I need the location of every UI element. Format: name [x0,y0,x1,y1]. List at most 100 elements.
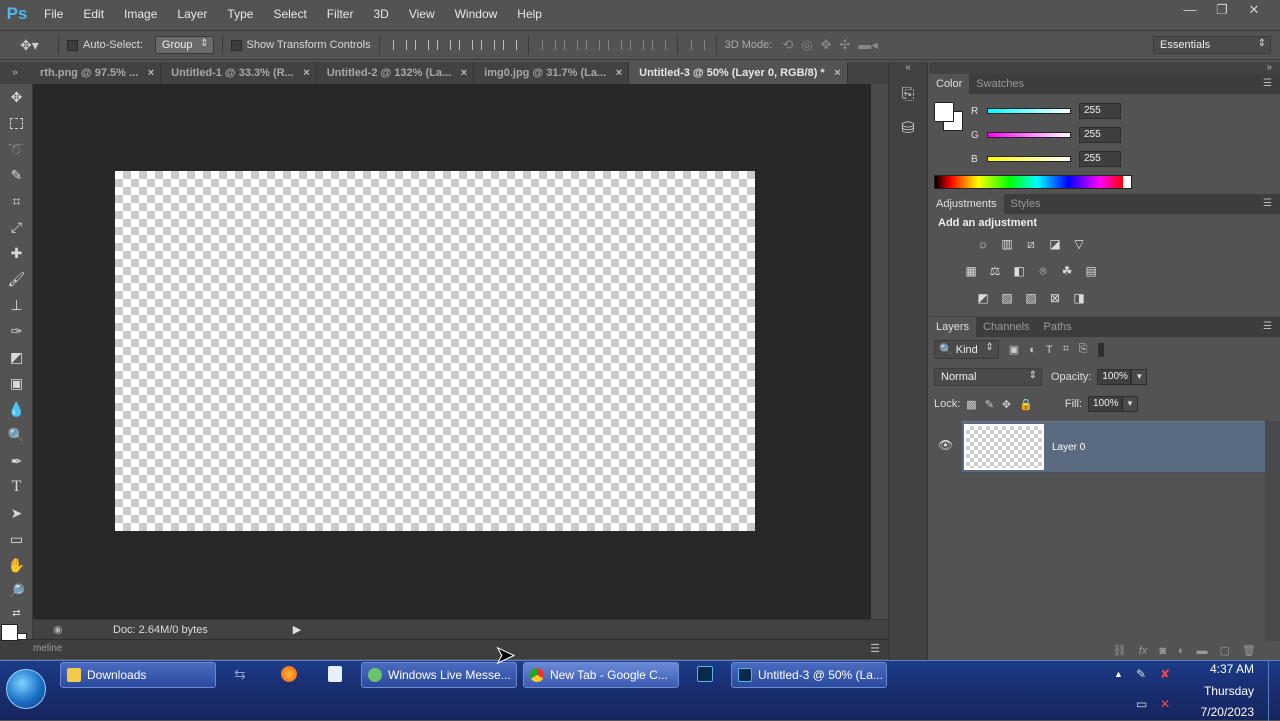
photoshop-pin-icon[interactable] [697,666,713,682]
tab-color[interactable]: Color [929,74,970,94]
tray-monitor-icon[interactable]: ▭ [1136,697,1147,711]
menu-type[interactable]: Type [217,0,263,28]
menu-file[interactable]: File [34,0,73,28]
eraser-tool-icon[interactable]: ◩ [0,344,33,370]
menu-filter[interactable]: Filter [317,0,364,28]
menu-help[interactable]: Help [507,0,552,28]
clock-date[interactable]: 7/20/2023 [1201,705,1254,719]
3d-scale-icon[interactable]: ▬◂ [858,37,878,53]
move-tool-preset-icon[interactable]: ✥▾ [20,37,50,54]
doc-size-readout[interactable]: Doc: 2.64M/0 bytes [113,624,208,636]
tray-pen-icon[interactable]: ✎ [1136,667,1146,681]
foreground-color-swatch[interactable] [1,624,18,641]
status-menu-arrow-icon[interactable]: ▶ [293,623,301,636]
taskbar-photoshop[interactable]: Untitled-3 @ 50% (La... [731,662,887,688]
distribute-right-icon[interactable] [649,38,667,52]
move-tool-icon[interactable]: ✥ [0,84,33,110]
align-hcenter-icon[interactable] [478,38,496,52]
hue-saturation-icon[interactable]: ▦ [963,264,979,278]
align-top-icon[interactable] [390,38,408,52]
filter-smart-object-icon[interactable]: ⎘ [1079,343,1088,356]
show-transform-checkbox[interactable] [230,39,242,51]
menu-select[interactable]: Select [263,0,316,28]
taskbar-chrome[interactable]: New Tab - Google C... [523,662,679,688]
distribute-bottom-icon[interactable] [583,38,601,52]
green-value-field[interactable]: 255 [1079,127,1121,143]
new-group-icon[interactable]: ▬ [1197,645,1208,657]
align-bottom-icon[interactable] [434,38,452,52]
close-tab-icon[interactable]: × [148,62,154,84]
tray-volume-muted-icon[interactable]: ✕ [1160,697,1170,711]
filter-toggle-icon[interactable] [1097,342,1104,357]
lock-transparent-icon[interactable]: ▩ [966,398,976,411]
close-tab-icon[interactable]: × [834,62,840,84]
layers-scrollbar[interactable] [1265,421,1280,641]
blue-value-field[interactable]: 255 [1079,151,1121,167]
opacity-arrow-icon[interactable]: ▼ [1131,369,1148,385]
app-quicklaunch-icon[interactable] [328,666,342,682]
panel-menu-icon[interactable]: ☰ [1263,321,1272,332]
restore-button[interactable]: ❐ [1206,2,1238,18]
channel-mixer-icon[interactable]: ☘ [1059,264,1075,278]
eyedropper-tool-icon[interactable]: ⤢ [0,214,33,240]
close-button[interactable]: ✕ [1238,2,1270,18]
clone-stamp-tool-icon[interactable]: ⊥ [0,292,33,318]
tab-paths[interactable]: Paths [1037,317,1079,337]
posterize-icon[interactable]: ▨ [999,291,1015,305]
filter-shape-icon[interactable]: ⌗ [1063,343,1069,356]
gradient-map-icon[interactable]: ◨ [1071,291,1087,305]
opacity-field[interactable]: 100% [1097,369,1132,385]
timeline-tab-label[interactable]: meline [33,643,62,654]
menu-image[interactable]: Image [114,0,167,28]
show-desktop-button[interactable] [1268,661,1280,721]
color-spectrum-ramp[interactable] [934,175,1132,189]
taskbar-windows-live-messenger[interactable]: Windows Live Messe... [361,662,517,688]
menu-layer[interactable]: Layer [167,0,217,28]
clock-time[interactable]: 4:37 AM [1210,662,1254,676]
tray-expand-icon[interactable]: ▲ [1114,669,1123,679]
tab-earth-png[interactable]: rth.png @ 97.5% ... × [30,62,162,84]
lock-position-icon[interactable]: ✥ [1002,398,1011,411]
levels-icon[interactable]: ▥ [999,237,1015,251]
layer-name[interactable]: Layer 0 [1052,442,1085,453]
path-selection-tool-icon[interactable]: ➤ [0,500,33,526]
marquee-tool-icon[interactable] [0,110,33,136]
blue-slider[interactable] [987,156,1071,162]
blur-tool-icon[interactable]: 💧 [0,396,33,422]
auto-select-dropdown[interactable]: Group [154,36,214,54]
filter-pixel-icon[interactable]: ▣ [1009,343,1019,356]
green-slider[interactable] [987,132,1071,138]
distribute-left-icon[interactable] [605,38,623,52]
tab-untitled-3[interactable]: Untitled-3 @ 50% (Layer 0, RGB/8) * × [629,62,848,84]
quick-launch-icon[interactable]: ⇆ [234,666,246,683]
auto-align-icon[interactable] [688,38,706,52]
gradient-tool-icon[interactable]: ▣ [0,370,33,396]
tab-adjustments[interactable]: Adjustments [929,194,1004,214]
tab-styles[interactable]: Styles [1004,194,1048,214]
align-vcenter-icon[interactable] [412,38,430,52]
color-lookup-icon[interactable]: ▤ [1083,264,1099,278]
close-tab-icon[interactable]: × [303,62,309,84]
lasso-tool-icon[interactable]: ➰ [0,136,33,162]
add-mask-icon[interactable]: ◙ [1159,645,1166,657]
firefox-icon[interactable] [281,666,297,682]
vertical-scrollbar[interactable] [871,84,888,619]
selective-color-icon[interactable]: ⊠ [1047,291,1063,305]
workspace-dropdown[interactable]: Essentials [1153,36,1271,54]
type-tool-icon[interactable]: T [0,474,33,500]
panel-menu-icon[interactable]: ☰ [870,642,880,655]
history-brush-tool-icon[interactable]: ✑ [0,318,33,344]
3d-pan-icon[interactable]: ✥ [821,37,832,53]
close-tab-icon[interactable]: × [616,62,622,84]
hand-tool-icon[interactable]: ✋ [0,552,33,578]
menu-view[interactable]: View [399,0,445,28]
distribute-top-icon[interactable] [539,38,557,52]
tab-channels[interactable]: Channels [976,317,1036,337]
exposure-icon[interactable]: ◪ [1047,237,1063,251]
tray-network-warning-icon[interactable]: ✘ [1160,667,1170,681]
brush-tool-icon[interactable]: 🖌 [0,266,33,292]
tab-layers[interactable]: Layers [929,317,977,337]
taskbar-downloads[interactable]: Downloads [60,662,216,688]
panel-menu-icon[interactable]: ☰ [1263,198,1272,209]
vibrance-icon[interactable]: ▽ [1071,237,1087,251]
